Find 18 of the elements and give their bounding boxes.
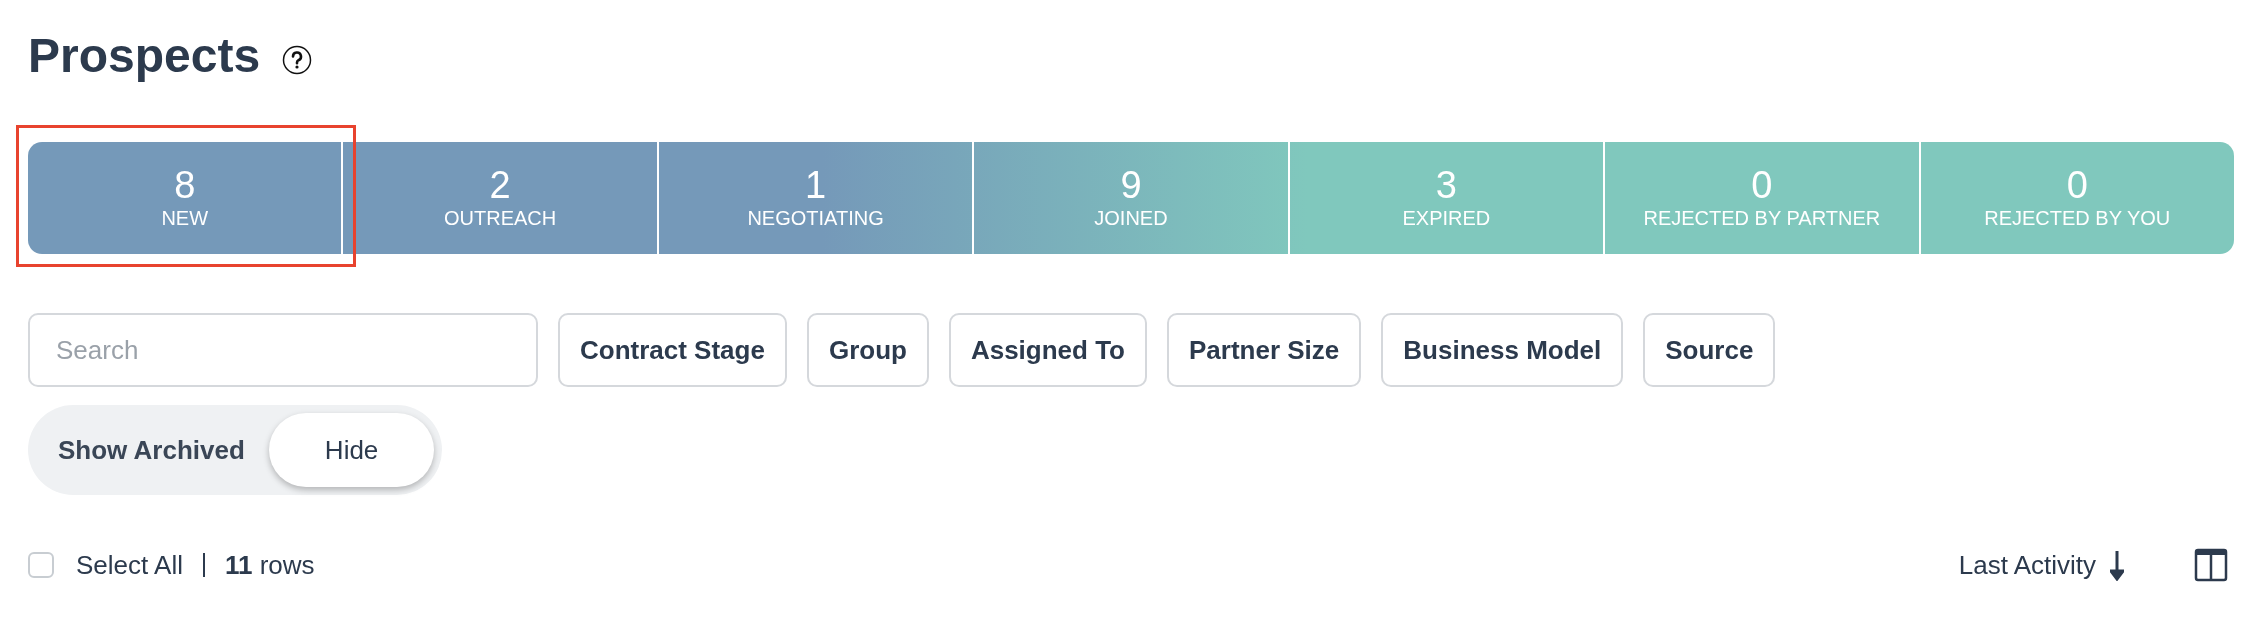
filter-button[interactable]: Source <box>1643 313 1776 387</box>
toggle-label: Show Archived <box>58 433 245 467</box>
select-all-checkbox[interactable] <box>28 552 54 578</box>
help-icon[interactable] <box>282 45 313 75</box>
page-title: Prospects <box>28 28 261 84</box>
arrow-down-icon[interactable] <box>2110 549 2124 581</box>
archive-toggle[interactable]: Show Archived Hide <box>28 405 443 495</box>
filter-button[interactable]: Contract Stage <box>558 313 787 387</box>
filter-button[interactable]: Partner Size <box>1167 313 1362 387</box>
filter-button[interactable]: Assigned To <box>948 313 1147 387</box>
row-count: 11 rows <box>224 548 315 582</box>
toggle-value[interactable]: Hide <box>268 413 435 487</box>
search-field[interactable]: Search <box>28 313 538 387</box>
filter-button[interactable]: Business Model <box>1381 313 1624 387</box>
filter-button[interactable]: Group <box>806 313 929 387</box>
sort-label[interactable]: Last Activity <box>1958 545 2096 585</box>
select-all-label[interactable]: Select All <box>76 545 183 585</box>
columns-icon[interactable] <box>2194 548 2228 582</box>
